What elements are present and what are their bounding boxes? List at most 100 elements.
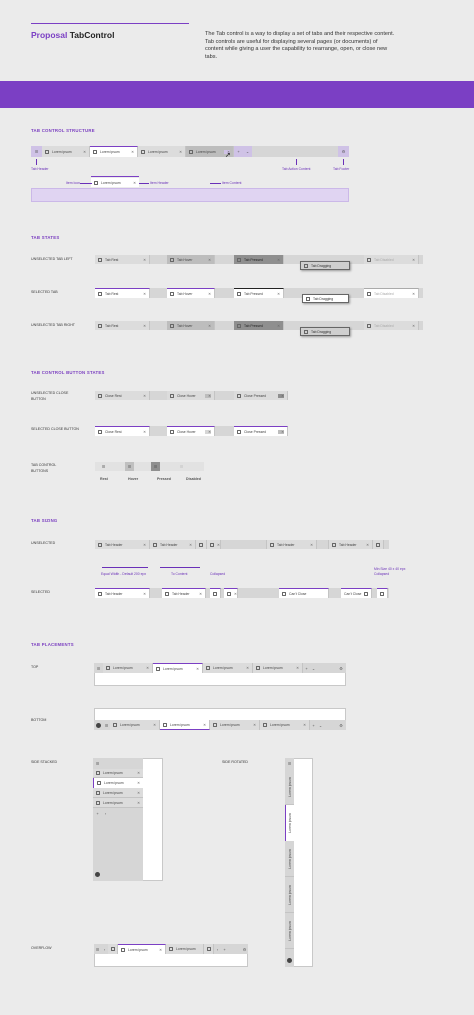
plus-icon[interactable]: + (310, 720, 317, 730)
tab[interactable]: Lorem ipsum ✕ (42, 146, 90, 157)
tab[interactable]: Close Rest ✕ (95, 391, 150, 400)
tab-dragging-selected[interactable]: Tab Dragging (302, 294, 349, 303)
tab-selected[interactable]: Tab Header ✕ (95, 588, 150, 598)
tab[interactable]: Lorem ipsum ✕ (103, 663, 153, 673)
close-icon[interactable]: ✕ (143, 666, 149, 670)
menu-icon[interactable]: ☰ (94, 760, 101, 767)
close-icon[interactable]: ✕ (363, 543, 369, 547)
tab[interactable]: Lorem ipsum ✕ (203, 663, 253, 673)
chevron-down-icon[interactable]: ⌄ (243, 146, 252, 157)
close-icon[interactable]: ✕ (134, 791, 140, 795)
tab-hover[interactable]: Tab Hover ✕ (167, 321, 215, 330)
tab[interactable]: Tab Header ✕ (150, 540, 196, 549)
close-icon[interactable]: ✕ (205, 393, 211, 398)
tab-selected[interactable]: Close Rest ✕ (95, 426, 150, 436)
close-icon[interactable]: ✕ (156, 948, 162, 952)
tab[interactable]: Tab Header ✕ (329, 540, 373, 549)
close-icon[interactable]: ✕ (205, 324, 211, 328)
tab-rotated[interactable]: Lorem ipsum (285, 877, 294, 913)
tab-selected[interactable]: Lorem ipsum ✕ (118, 944, 166, 954)
close-icon[interactable]: ✕ (128, 150, 134, 154)
tab-rest[interactable]: Tab Rest ✕ (95, 321, 150, 330)
close-icon[interactable]: ✕ (193, 667, 199, 671)
tab[interactable]: Tab Header ✕ (95, 540, 150, 549)
close-icon[interactable]: ✕ (140, 292, 146, 296)
tab-collapsed[interactable] (108, 944, 118, 954)
tab-cant-close[interactable]: Can't Close (341, 588, 372, 598)
close-icon[interactable]: ✕ (307, 543, 313, 547)
close-icon[interactable]: ✕ (196, 592, 202, 596)
tab-pressed-selected[interactable]: Tab Pressed ✕ (234, 288, 284, 298)
close-icon[interactable]: ✕ (140, 543, 146, 547)
close-icon[interactable]: ✕ (243, 666, 249, 670)
tab-collapsed-selected[interactable]: ✕ (224, 588, 238, 598)
close-icon[interactable]: ✕ (134, 801, 140, 805)
chevron-left-icon[interactable]: ‹ (101, 944, 108, 954)
close-icon[interactable]: ✕ (186, 543, 192, 547)
menu-icon[interactable]: ☰ (99, 462, 108, 471)
menu-icon[interactable]: ☰ (94, 663, 103, 673)
tab[interactable]: Lorem ipsum ✕ (93, 798, 143, 808)
close-icon[interactable]: ✕ (140, 258, 146, 262)
tab-collapsed[interactable] (204, 944, 214, 954)
tab[interactable]: Tab Header ✕ (267, 540, 317, 549)
chevron-right-icon[interactable]: › (102, 810, 109, 817)
tab[interactable]: Lorem ipsum ✕ (260, 720, 310, 730)
tab-rest-selected[interactable]: Tab Rest ✕ (95, 288, 150, 298)
tab-rotated[interactable]: Lorem ipsum (285, 913, 294, 949)
close-icon[interactable]: ✕ (205, 292, 211, 296)
tab-rotated[interactable]: Lorem ipsum (285, 841, 294, 877)
close-icon[interactable]: ✕ (274, 258, 280, 262)
avatar[interactable] (94, 871, 101, 878)
tab[interactable]: Lorem ipsum ✕ (253, 663, 303, 673)
close-icon[interactable]: ✕ (205, 258, 211, 262)
plus-icon[interactable]: + (234, 146, 243, 157)
tab-collapsed[interactable] (196, 540, 207, 549)
close-icon[interactable]: ✕ (80, 150, 86, 154)
tab-rotated-selected[interactable]: Lorem ipsum (285, 805, 294, 841)
tab[interactable]: Lorem ipsum ✕ (138, 146, 186, 157)
tab-selected[interactable]: Lorem ipsum ✕ (93, 778, 143, 788)
tab-selected[interactable]: Close Hover ✕ (167, 426, 215, 436)
close-icon[interactable]: ✕ (274, 292, 280, 296)
menu-icon[interactable]: ☰ (94, 944, 101, 954)
tab[interactable]: Lorem ipsum ✕ (110, 720, 160, 730)
tab-selected[interactable]: Lorem ipsum ✕ (90, 146, 138, 157)
menu-icon[interactable]: ☰ (31, 146, 42, 157)
menu-icon-pressed[interactable]: ☰ (151, 462, 160, 471)
tab-selected[interactable]: Close Pressed ✕ (234, 426, 288, 436)
tab-dragging[interactable]: Tab Dragging (300, 261, 350, 270)
tab[interactable]: Close Pressed ✕ (234, 391, 288, 400)
close-icon[interactable]: ✕ (134, 781, 140, 785)
tab-collapsed[interactable] (373, 540, 384, 549)
close-icon[interactable]: ✕ (278, 429, 284, 434)
gear-icon[interactable]: ⚙ (241, 944, 248, 954)
menu-icon[interactable]: ☰ (286, 760, 293, 767)
tab-collapsed-selected[interactable] (210, 588, 221, 598)
close-icon[interactable]: ✕ (217, 543, 220, 547)
gear-icon[interactable]: ⚙ (338, 146, 349, 157)
tab-collapsed-selected[interactable] (377, 588, 388, 598)
close-icon[interactable]: ✕ (300, 723, 306, 727)
menu-icon-hover[interactable]: ☰ (125, 462, 134, 471)
tab-hover-selected[interactable]: Tab Hover ✕ (167, 288, 215, 298)
chevron-right-icon[interactable]: › (214, 944, 221, 954)
tab-rotated[interactable]: Lorem ipsum (285, 769, 294, 805)
tab-selected[interactable]: Lorem ipsum ✕ (160, 720, 210, 730)
gear-icon[interactable]: ⚙ (336, 663, 346, 673)
tab[interactable]: Lorem ipsum (166, 944, 204, 954)
close-icon[interactable]: ✕ (130, 181, 136, 185)
tab-selected[interactable]: Tab Header ✕ (162, 588, 206, 598)
chevron-down-icon[interactable]: ⌄ (317, 720, 324, 730)
close-icon[interactable]: ✕ (205, 429, 211, 434)
tab-hover[interactable]: Tab Hover ✕ (167, 255, 215, 264)
close-icon[interactable]: ✕ (278, 393, 284, 398)
close-icon[interactable]: ✕ (200, 723, 206, 727)
close-icon[interactable]: ✕ (250, 723, 256, 727)
tab-cant-close[interactable]: Can't Close (279, 588, 329, 598)
close-icon[interactable]: ✕ (234, 592, 237, 596)
tab[interactable]: Lorem ipsum ✕ (93, 769, 143, 778)
gear-icon[interactable]: ⚙ (336, 720, 346, 730)
close-icon[interactable]: ✕ (176, 150, 182, 154)
close-icon[interactable]: ✕ (274, 324, 280, 328)
